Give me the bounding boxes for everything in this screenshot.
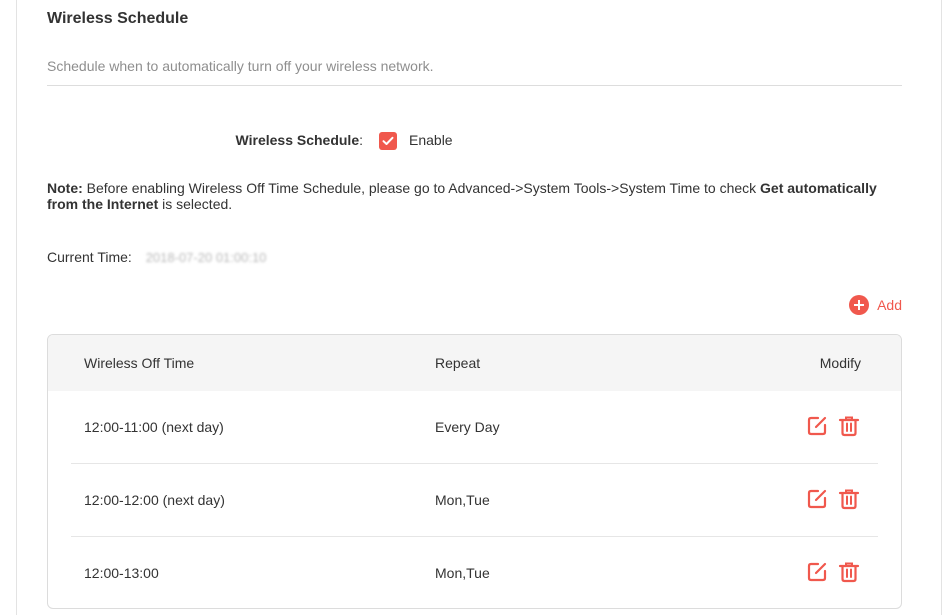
cell-repeat: Mon,Tue — [435, 492, 490, 508]
table-row: 12:00-11:00 (next day) Every Day — [71, 391, 878, 464]
row-actions — [806, 561, 860, 583]
table-header: Wireless Off Time Repeat Modify — [48, 335, 901, 391]
cell-off-time: 12:00-12:00 (next day) — [84, 492, 225, 508]
header-off-time: Wireless Off Time — [84, 355, 195, 371]
trash-icon[interactable] — [838, 415, 860, 437]
row-actions — [806, 415, 860, 437]
plus-circle-icon — [849, 295, 870, 315]
current-time-label: Current Time: — [47, 249, 132, 265]
edit-icon[interactable] — [806, 488, 828, 510]
trash-icon[interactable] — [838, 488, 860, 510]
header-repeat: Repeat — [435, 355, 481, 371]
table-row: 12:00-13:00 Mon,Tue — [71, 537, 878, 608]
table-row: 12:00-12:00 (next day) Mon,Tue — [71, 464, 878, 537]
cell-repeat: Mon,Tue — [435, 565, 490, 581]
enable-checkbox[interactable] — [379, 132, 397, 150]
add-button[interactable]: Add — [849, 295, 902, 315]
note-text: Note: Before enabling Wireless Off Time … — [47, 180, 877, 212]
divider — [47, 85, 902, 86]
current-time: Current Time: 2018-07-20 01:00:10 — [47, 249, 266, 265]
edit-icon[interactable] — [806, 561, 828, 583]
edit-icon[interactable] — [806, 415, 828, 437]
checkmark-icon — [382, 136, 394, 145]
trash-icon[interactable] — [838, 561, 860, 583]
header-modify: Modify — [819, 355, 861, 371]
page-subtitle: Schedule when to automatically turn off … — [47, 58, 434, 74]
row-actions — [806, 488, 860, 510]
current-time-value: 2018-07-20 01:00:10 — [145, 250, 267, 265]
page-title: Wireless Schedule — [47, 10, 189, 27]
enable-label: Enable — [409, 132, 453, 148]
wireless-schedule-row: Wireless Schedule: Enable — [0, 130, 946, 152]
cell-repeat: Every Day — [435, 419, 500, 435]
cell-off-time: 12:00-13:00 — [84, 565, 159, 581]
wireless-schedule-label: Wireless Schedule: — [235, 132, 363, 148]
add-button-label: Add — [877, 297, 902, 313]
cell-off-time: 12:00-11:00 (next day) — [84, 419, 224, 435]
schedule-table: Wireless Off Time Repeat Modify 12:00-11… — [47, 334, 902, 609]
